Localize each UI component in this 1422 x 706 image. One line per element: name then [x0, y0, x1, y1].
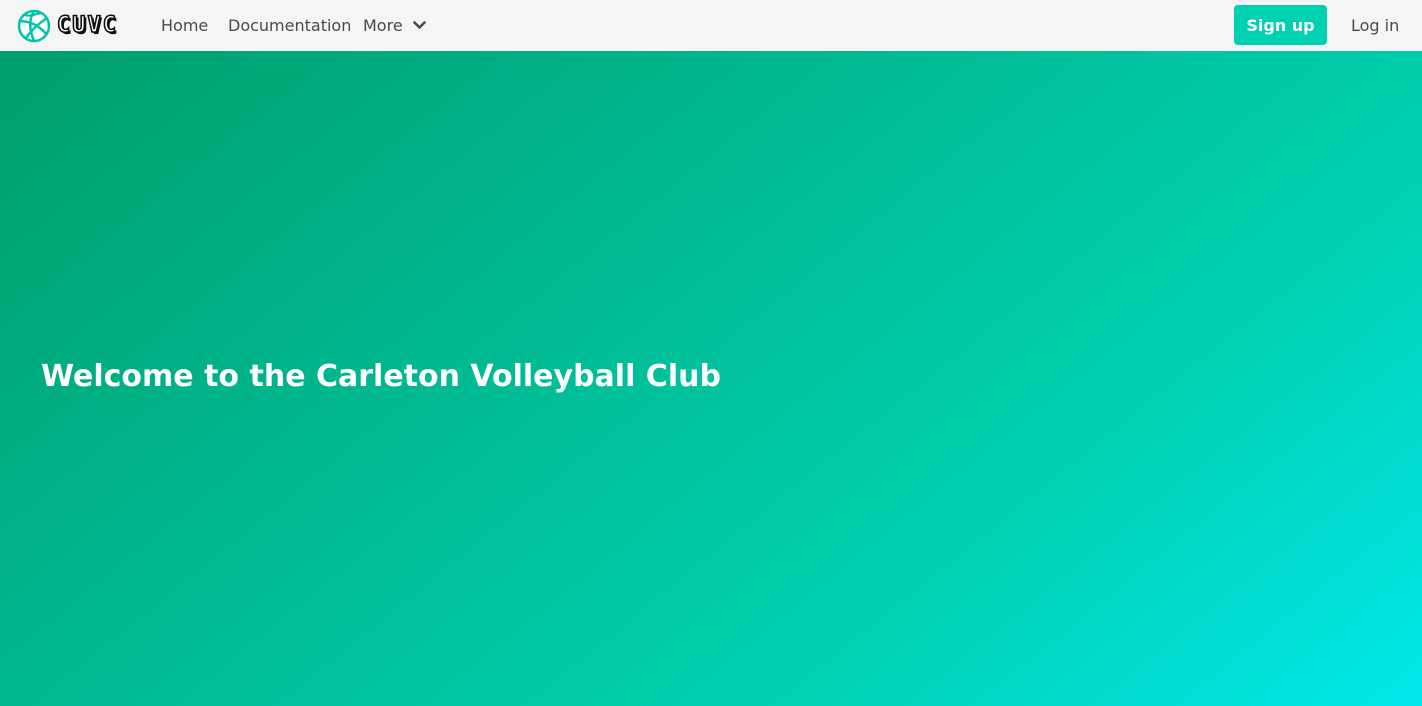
nav-more-label: More [363, 16, 403, 35]
signup-button[interactable]: Sign up [1234, 5, 1327, 45]
nav-more-dropdown[interactable]: More [363, 0, 426, 51]
volleyball-icon [17, 9, 51, 43]
hero-title: Welcome to the Carleton Volleyball Club [41, 359, 721, 394]
top-navbar: CUVC Home Documentation More Sign up Log… [0, 0, 1422, 51]
brand-text: CUVC [56, 13, 118, 38]
chevron-down-icon [412, 21, 426, 29]
login-link[interactable]: Log in [1351, 0, 1399, 51]
hero-section: Welcome to the Carleton Volleyball Club [0, 51, 1422, 706]
nav-documentation-link[interactable]: Documentation [228, 0, 351, 51]
nav-home-link[interactable]: Home [161, 0, 208, 51]
brand-home-link[interactable]: CUVC [17, 9, 118, 43]
